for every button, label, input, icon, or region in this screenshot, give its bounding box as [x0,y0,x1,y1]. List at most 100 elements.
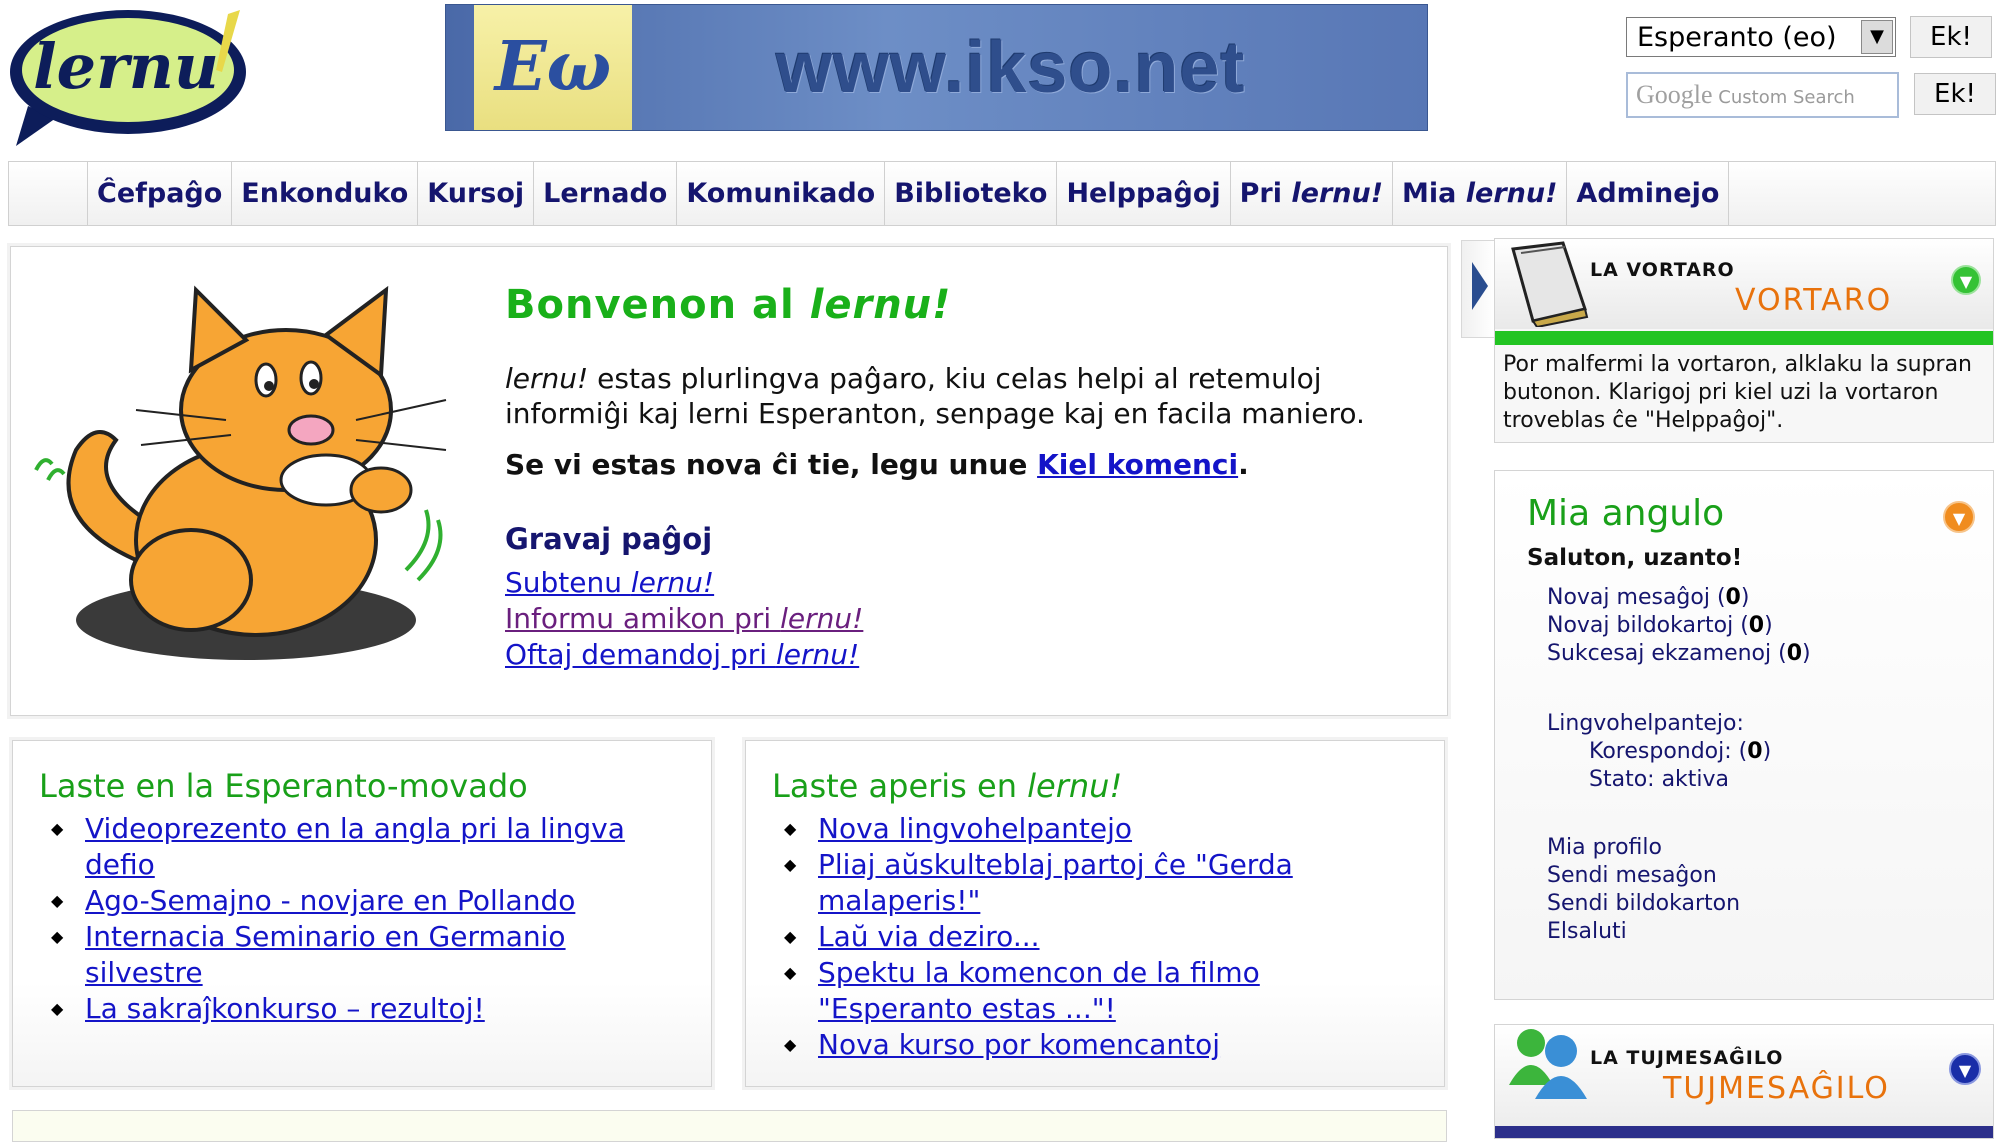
intro-brand: lernu! [505,362,589,395]
correspondence-link[interactable]: Korespondoj: (0) [1589,739,1771,764]
dictionary-label-big: VORTARO [1735,283,1893,318]
bottom-panel-edge [12,1110,1447,1142]
chevron-down-icon[interactable]: ▼ [1943,501,1975,533]
support-lernu-link[interactable]: Subtenu lernu! [505,566,714,599]
nav-item-about[interactable]: Pri lernu! [1231,162,1394,225]
search-input[interactable]: Google Custom Search [1626,72,1899,118]
welcome-title: Bonvenon al lernu! [505,282,951,328]
google-brand: Google [1636,80,1713,109]
send-card-link[interactable]: Sendi bildokarton [1547,891,1740,916]
news-link[interactable]: Ago-Semajno - novjare en Pollando [85,884,575,917]
support-link-brand: lernu! [630,566,715,599]
lernu-news-title-prefix: Laste aperis en [772,767,1028,805]
tell-friend-link[interactable]: Informu amikon pri lernu! [505,602,863,635]
my-corner-box: Mia angulo ▼ Saluton, uzanto! Novaj mesa… [1494,470,1994,1000]
search-placeholder: Custom Search [1718,87,1855,108]
passed-exams-link[interactable]: Sukcesaj ekzamenoj (0) [1547,641,1811,666]
nav-item-courses[interactable]: Kursoj [418,162,535,225]
triangle-right-icon[interactable] [1472,262,1488,310]
chevron-down-icon[interactable]: ▼ [1861,20,1893,54]
welcome-title-brand: lernu! [809,282,952,328]
welcome-title-prefix: Bonvenon al [505,282,810,328]
dictionary-box: LA VORTARO VORTARO ▼ Por malfermi la vor… [1494,238,1994,443]
news-link[interactable]: La sakraĵkonkurso – rezultoj! [85,992,485,1025]
new-messages-label: Novaj mesaĝoj ( [1547,585,1726,610]
passed-exams-count: 0 [1786,641,1803,666]
banner-emblem: Eω [474,5,632,130]
cat-mascot-image [26,280,456,680]
news-link[interactable]: Internacia Seminario en Germanio silvest… [85,920,566,989]
how-to-start-link[interactable]: Kiel komenci [1037,448,1238,481]
lernu-news-list: Nova lingvohelpantejo Pliaj aŭskulteblaj… [780,811,1420,1063]
messenger-box[interactable]: LA TUJMESAĜILO TUJMESAĜILO ▼ [1494,1024,1994,1139]
language-go-button[interactable]: Ek! [1910,16,1992,58]
dictionary-description: Por malfermi la vortaron, alklaku la sup… [1503,352,1973,433]
list-item: Nova kurso por komencantoj [780,1027,1420,1063]
faq-link[interactable]: Oftaj demandoj pri lernu! [505,638,859,671]
faq-link-brand: lernu! [775,638,860,671]
important-pages-title: Gravaj paĝoj [505,522,713,556]
list-item: Nova lingvohelpantejo [780,811,1420,847]
language-select[interactable]: Esperanto (eo) ▼ [1626,17,1896,57]
tell-friend-brand: lernu! [780,602,864,635]
tell-friend-text: Informu amikon pri [505,602,781,635]
lernu-news-panel: Laste aperis en lernu! Nova lingvohelpan… [745,740,1445,1087]
news-link[interactable]: Pliaj aŭskulteblaj partoj ĉe "Gerda mala… [818,848,1293,917]
list-item: Internacia Seminario en Germanio silvest… [47,919,687,991]
new-messages-link[interactable]: Novaj mesaĝoj (0) [1547,585,1749,610]
dictionary-header[interactable]: LA VORTARO VORTARO ▼ [1495,239,1993,329]
nav-item-learning[interactable]: Lernado [534,162,678,225]
banner-emblem-text: Eω [494,27,612,107]
list-item: Spektu la komencon de la filmo "Esperant… [780,955,1420,1027]
my-corner-title: Mia angulo [1527,493,1725,534]
nav-item-communication[interactable]: Komunikado [677,162,886,225]
movement-news-title: Laste en la Esperanto-movado [39,767,528,805]
nav-item-admin[interactable]: Adminejo [1567,162,1730,225]
news-link[interactable]: Laŭ via deziro... [818,920,1040,953]
send-message-link[interactable]: Sendi mesaĝon [1547,863,1717,888]
nav-item-library[interactable]: Biblioteko [885,162,1058,225]
news-link[interactable]: Nova kurso por komencantoj [818,1028,1220,1061]
messenger-color-bar [1495,1126,1993,1138]
support-link-text: Subtenu [505,566,631,599]
close-paren: ) [1740,585,1750,610]
newcomer-note: Se vi estas nova ĉi tie, legu unue Kiel … [505,448,1249,481]
my-profile-link[interactable]: Mia profilo [1547,835,1662,860]
nav-spacer [9,162,88,225]
faq-link-text: Oftaj demandoj pri [505,638,776,671]
language-selected-value: Esperanto (eo) [1637,22,1837,53]
ikso-banner[interactable]: Eω www.ikso.net [445,4,1428,131]
list-item: La sakraĵkonkurso – rezultoj! [47,991,687,1027]
dictionary-book-icon [1511,241,1589,327]
greeting: Saluton, uzanto! [1527,545,1743,571]
new-cards-label: Novaj bildokartoj ( [1547,613,1749,638]
nav-item-help[interactable]: Helppaĝoj [1057,162,1231,225]
close-paren: ) [1764,613,1773,638]
dictionary-color-bar [1495,331,1993,345]
logo-text: lernu [33,30,219,103]
helper-status: Stato: aktiva [1589,767,1730,792]
welcome-intro: lernu! estas plurlingva paĝaro, kiu cela… [505,361,1425,431]
correspondence-label: Korespondoj: ( [1589,739,1748,764]
movement-news-panel: Laste en la Esperanto-movado Videoprezen… [12,740,712,1087]
nav-item-introduction[interactable]: Enkonduko [232,162,419,225]
search-go-button[interactable]: Ek! [1914,73,1996,115]
messenger-label-small: LA TUJMESAĜILO [1590,1047,1784,1069]
intro-text: estas plurlingva paĝaro, kiu celas helpi… [505,362,1365,430]
chevron-down-icon[interactable]: ▼ [1949,1053,1981,1085]
new-cards-link[interactable]: Novaj bildokartoj (0) [1547,613,1773,638]
lernu-logo[interactable]: lernu [8,6,248,148]
news-link[interactable]: Nova lingvohelpantejo [818,812,1132,845]
correspondence-count: 0 [1747,739,1763,764]
logout-link[interactable]: Elsaluti [1547,919,1627,944]
newcomer-text: Se vi estas nova ĉi tie, legu unue [505,448,1038,481]
new-cards-count: 0 [1748,613,1765,638]
dictionary-label-small: LA VORTARO [1590,259,1735,281]
list-item: Ago-Semajno - novjare en Pollando [47,883,687,919]
chevron-down-icon[interactable]: ▼ [1951,265,1981,295]
nav-item-my-lernu[interactable]: Mia lernu! [1393,162,1568,225]
news-link[interactable]: Spektu la komencon de la filmo "Esperant… [818,956,1260,1025]
nav-item-home[interactable]: Ĉefpaĝo [88,162,233,225]
news-link[interactable]: Videoprezento en la angla pri la lingva … [85,812,625,881]
language-helper-title: Lingvohelpantejo: [1547,711,1744,736]
